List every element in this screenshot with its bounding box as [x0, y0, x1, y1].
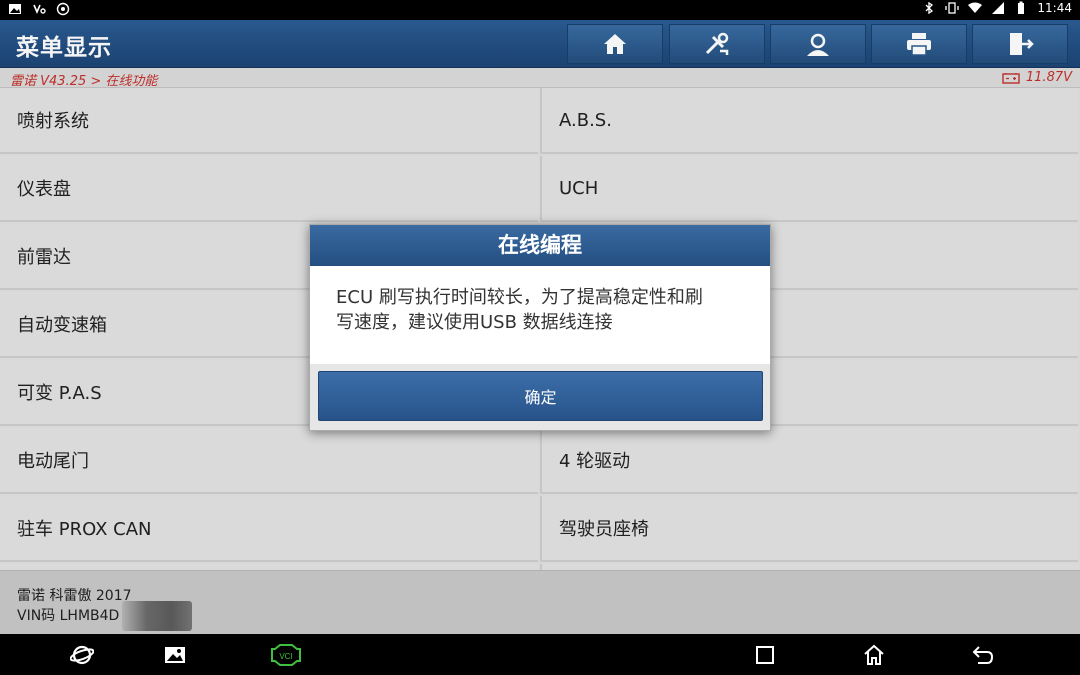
home-nav-icon [864, 644, 884, 665]
vci-icon: VCI [271, 644, 301, 666]
dialog-message-line-1: ECU 刷写执行时间较长，为了提高稳定性和刷 [336, 287, 703, 308]
browser-button[interactable] [70, 643, 94, 667]
vci-button[interactable]: VCI [270, 643, 302, 667]
dialog-title: 在线编程 [310, 225, 770, 266]
vibrate-icon [945, 2, 960, 14]
image-icon [9, 4, 21, 14]
back-icon [972, 646, 994, 664]
vci-label: VCI [279, 652, 292, 661]
battery-icon [1018, 1, 1025, 14]
dialog-message-line-2: 写速度，建议使用USB 数据线连接 [336, 312, 613, 333]
bluetooth-icon [925, 1, 934, 15]
gallery-button[interactable] [163, 643, 187, 667]
ok-button[interactable]: 确定 [318, 371, 763, 421]
navigation-bar: VCI [0, 634, 1080, 675]
online-programming-dialog: 在线编程 ECU 刷写执行时间较长，为了提高稳定性和刷 写速度，建议使用USB … [309, 224, 771, 431]
settings-icon [56, 2, 70, 16]
recent-apps-button[interactable] [753, 643, 777, 667]
home-nav-button[interactable] [862, 643, 886, 667]
back-button[interactable] [971, 643, 995, 667]
signal-icon [992, 2, 1005, 14]
dialog-footer: 确定 [310, 364, 770, 430]
status-left-icons [8, 2, 70, 16]
status-right-icons: 11:44 [922, 1, 1072, 15]
browser-icon [70, 645, 94, 665]
voicemail-icon [33, 4, 46, 15]
wifi-icon [968, 2, 983, 13]
status-bar: 11:44 [0, 0, 1080, 20]
gallery-icon [165, 647, 185, 663]
recent-apps-icon [756, 646, 774, 664]
dialog-message: ECU 刷写执行时间较长，为了提高稳定性和刷 写速度，建议使用USB 数据线连接 [310, 266, 770, 364]
status-time: 11:44 [1037, 1, 1072, 15]
